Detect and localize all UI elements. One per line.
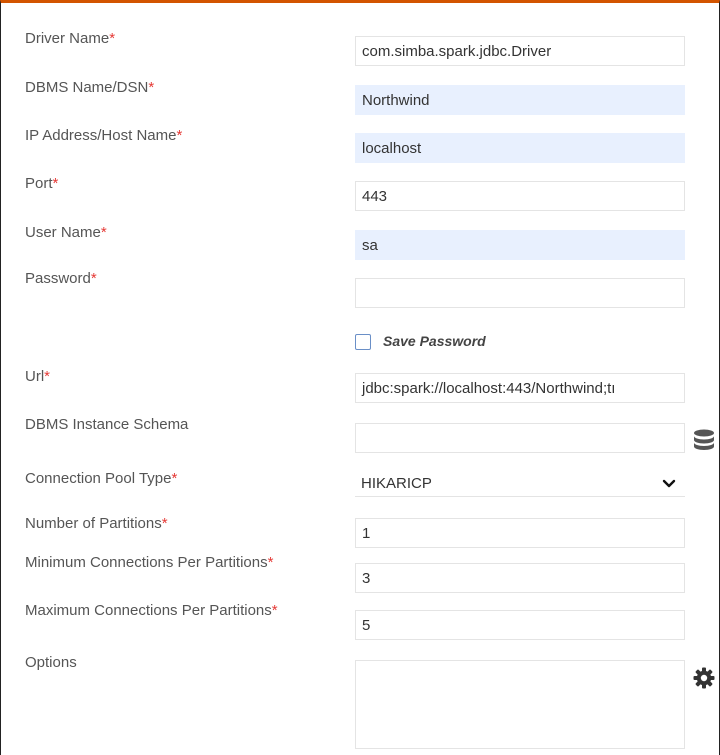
connection-form-panel: Driver Name* com.simba.spark.jdbc.Driver… [0,0,720,755]
min-connections-field[interactable]: 3 [355,563,685,593]
min-connections-label: Minimum Connections Per Partitions* [25,554,274,571]
save-password-label: Save Password [383,333,486,349]
gear-icon[interactable] [692,666,716,690]
url-field[interactable]: jdbc:spark://localhost:443/Northwind;tı [355,373,685,403]
url-label: Url* [25,368,51,385]
user-name-field[interactable]: sa [355,230,685,260]
chevron-down-icon[interactable] [661,475,677,491]
connection-pool-type-label: Connection Pool Type* [25,470,178,487]
options-label: Options [25,654,77,671]
dbms-name-field[interactable]: Northwind [355,85,685,115]
max-connections-label: Maximum Connections Per Partitions* [25,602,278,619]
options-textarea[interactable] [355,660,685,749]
ip-address-field[interactable]: localhost [355,133,685,163]
driver-name-field[interactable]: com.simba.spark.jdbc.Driver [355,36,685,66]
dbms-instance-schema-field[interactable] [355,423,685,453]
password-field[interactable] [355,278,685,308]
max-connections-field[interactable]: 5 [355,610,685,640]
user-name-label: User Name* [25,224,107,241]
driver-name-label: Driver Name* [25,30,116,47]
number-of-partitions-label: Number of Partitions* [25,515,168,532]
ip-address-label: IP Address/Host Name* [25,127,183,144]
save-password-checkbox[interactable] [355,334,371,350]
connection-pool-type-value: HIKARICP [361,475,432,492]
database-icon[interactable] [691,428,717,454]
dbms-name-label: DBMS Name/DSN* [25,79,155,96]
port-field[interactable]: 443 [355,181,685,211]
password-label: Password* [25,270,97,287]
number-of-partitions-field[interactable]: 1 [355,518,685,548]
connection-pool-type-select[interactable]: HIKARICP [355,467,685,497]
port-label: Port* [25,175,59,192]
dbms-instance-schema-label: DBMS Instance Schema [25,416,189,433]
